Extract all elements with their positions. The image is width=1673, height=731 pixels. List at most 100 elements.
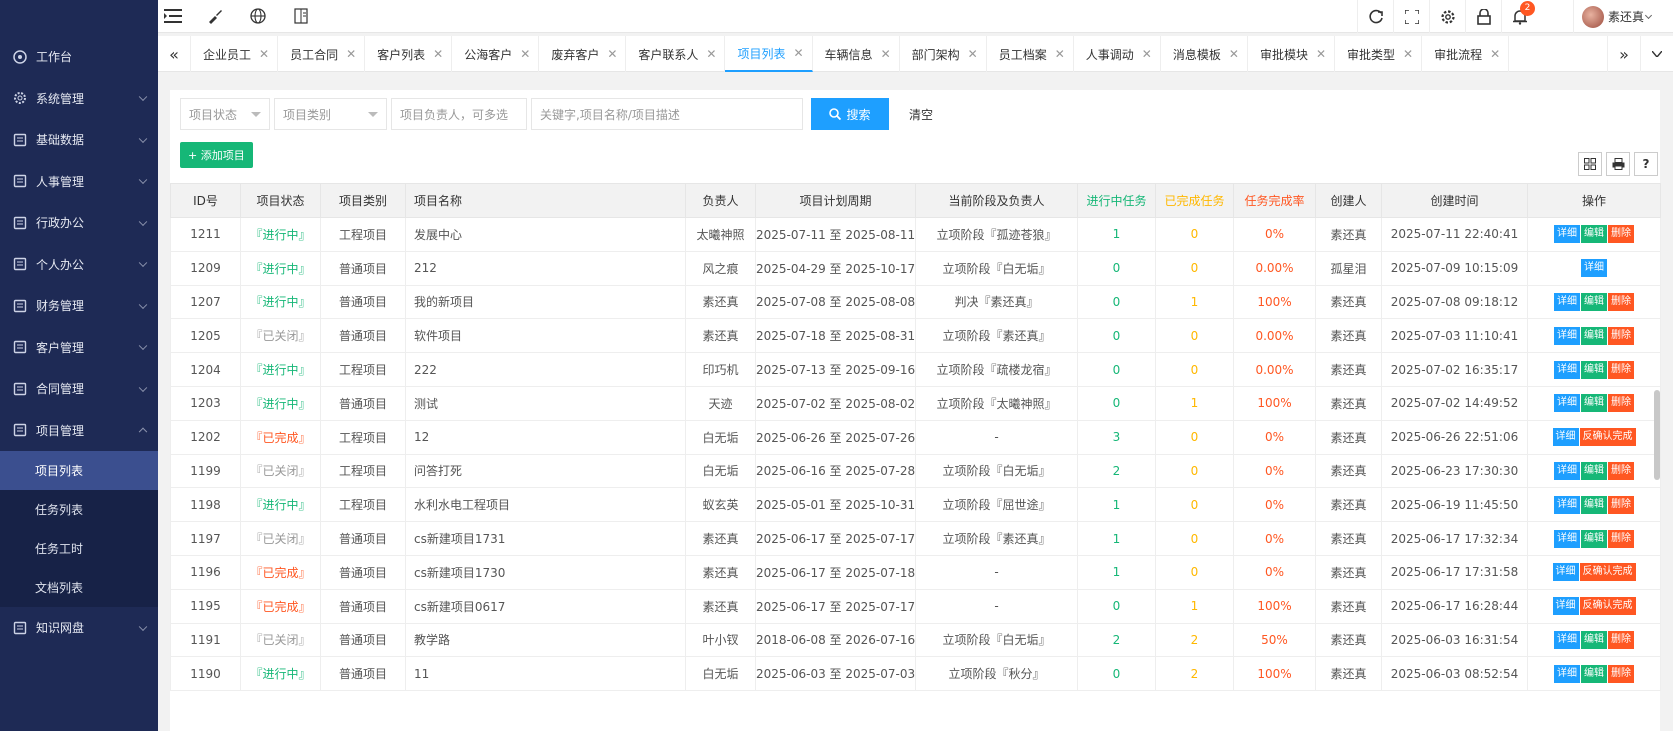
tabs-dropdown-icon[interactable] (1640, 36, 1673, 72)
tab-4[interactable]: 废弃客户 ✕ (539, 36, 627, 72)
view-button[interactable]: 详细 (1554, 326, 1580, 345)
close-icon[interactable]: ✕ (1490, 47, 1500, 61)
close-icon[interactable]: ✕ (433, 47, 443, 61)
view-button[interactable]: 详细 (1552, 563, 1579, 582)
table-row[interactable]: 1190 『进行中』 普通项目 11 白无垢 2025-06-03 至 2025-07-0… (170, 656, 1661, 692)
sidebar-item-9[interactable]: 项目管理 (0, 410, 158, 452)
print-icon[interactable] (1606, 152, 1630, 176)
table-row[interactable]: 1211 『进行中』 工程项目 发展中心 太曦神照 2025-07-11 至 2025-0… (170, 217, 1661, 252)
edit-button[interactable]: 编辑 (1581, 630, 1607, 649)
tab-0[interactable]: 企业员工 ✕ (191, 36, 279, 72)
columns-filter-icon[interactable] (1578, 152, 1602, 176)
tab-9[interactable]: 员工档案 ✕ (987, 36, 1074, 72)
tab-11[interactable]: 消息模板 ✕ (1161, 36, 1248, 72)
tab-14[interactable]: 审批流程 ✕ (1422, 36, 1510, 72)
table-row[interactable]: 1209 『进行中』 普通项目 212 风之痕 2025-04-29 至 2025-10-… (170, 250, 1661, 286)
project-type-select[interactable]: 项目类别 (274, 98, 387, 130)
close-icon[interactable]: ✕ (1142, 47, 1152, 61)
table-row[interactable]: 1191 『已关闭』 普通项目 教学路 叶小钗 2018-06-08 至 2026-07-… (170, 622, 1661, 658)
view-button[interactable]: 详细 (1554, 292, 1580, 311)
project-status-select[interactable]: 项目状态 (180, 98, 270, 130)
view-button[interactable]: 详细 (1554, 529, 1580, 548)
vertical-scrollbar[interactable] (1654, 390, 1660, 480)
sidebar-subitem-3[interactable]: 文档列表 (0, 568, 158, 607)
sidebar-subitem-0[interactable]: 项目列表 (0, 451, 158, 490)
book-icon[interactable] (289, 4, 313, 28)
table-row[interactable]: 1198 『进行中』 工程项目 水利水电工程项目 蚁玄英 2025-05-01 至 202… (170, 487, 1661, 523)
table-row[interactable]: 1205 『已关闭』 普通项目 软件项目 素还真 2025-07-18 至 2025-08… (170, 318, 1661, 354)
sidebar-item-7[interactable]: 客户管理 (0, 327, 158, 369)
view-button[interactable]: 详细 (1554, 630, 1580, 649)
add-project-button[interactable]: + 添加项目 (180, 142, 253, 168)
tab-12[interactable]: 审批模块 ✕ (1248, 36, 1336, 72)
unconfirm-button[interactable]: 反确认完成 (1579, 597, 1636, 616)
delete-button[interactable]: 删除 (1608, 225, 1634, 244)
view-button[interactable]: 详细 (1552, 428, 1579, 447)
help-icon[interactable]: ? (1634, 152, 1658, 176)
globe-icon[interactable] (246, 4, 270, 28)
edit-button[interactable]: 编辑 (1581, 461, 1607, 480)
user-menu[interactable]: 素还真 (1573, 0, 1673, 33)
close-icon[interactable]: ✕ (1229, 47, 1239, 61)
table-row[interactable]: 1203 『进行中』 普通项目 测试 天迹 2025-07-02 至 2025-08-02… (170, 385, 1661, 421)
table-row[interactable]: 1207 『进行中』 普通项目 我的新项目 素还真 2025-07-08 至 2025-0… (170, 284, 1661, 320)
tabs-scroll-right-icon[interactable]: » (1607, 36, 1640, 72)
delete-button[interactable]: 删除 (1608, 292, 1634, 311)
tab-13[interactable]: 审批类型 ✕ (1335, 36, 1423, 72)
tab-7[interactable]: 车辆信息 ✕ (813, 36, 900, 72)
tab-2[interactable]: 客户列表 ✕ (365, 36, 453, 72)
fullscreen-icon[interactable] (1393, 0, 1429, 33)
edit-button[interactable]: 编辑 (1581, 394, 1607, 413)
tabs-scroll-left-icon[interactable]: « (158, 36, 191, 72)
table-row[interactable]: 1199 『已关闭』 工程项目 问答打死 白无垢 2025-06-16 至 2025-07… (170, 453, 1661, 489)
sidebar-subitem-2[interactable]: 任务工时 (0, 529, 158, 568)
clear-button[interactable]: 清空 (889, 98, 953, 130)
delete-button[interactable]: 删除 (1608, 360, 1634, 379)
sidebar-item-1[interactable]: 系统管理 (0, 78, 158, 120)
close-icon[interactable]: ✕ (1316, 47, 1326, 61)
sidebar-item-0[interactable]: 工作台 (0, 36, 158, 78)
clean-cache-icon[interactable] (203, 4, 227, 28)
view-button[interactable]: 详细 (1554, 394, 1580, 413)
unconfirm-button[interactable]: 反确认完成 (1579, 563, 1636, 582)
delete-button[interactable]: 删除 (1608, 461, 1634, 480)
table-row[interactable]: 1195 『已完成』 普通项目 cs新建项目0617 素还真 2025-06-17 至 2… (170, 588, 1661, 624)
edit-button[interactable]: 编辑 (1581, 360, 1607, 379)
tab-10[interactable]: 人事调动 ✕ (1074, 36, 1161, 72)
sidebar-item-3[interactable]: 人事管理 (0, 161, 158, 203)
notification-bell-icon[interactable]: 2 (1501, 0, 1537, 33)
project-owner-input[interactable]: 项目负责人，可多选 (391, 98, 527, 130)
view-button[interactable]: 详细 (1554, 461, 1580, 480)
tab-8[interactable]: 部门架构 ✕ (900, 36, 987, 72)
edit-button[interactable]: 编辑 (1581, 326, 1607, 345)
edit-button[interactable]: 编辑 (1581, 225, 1607, 244)
tab-1[interactable]: 员工合同 ✕ (278, 36, 366, 72)
delete-button[interactable]: 删除 (1608, 664, 1634, 683)
delete-button[interactable]: 删除 (1608, 495, 1634, 514)
table-row[interactable]: 1196 『已完成』 普通项目 cs新建项目1730 素还真 2025-06-17 至 2… (170, 554, 1661, 590)
tab-5[interactable]: 客户联系人 ✕ (626, 36, 726, 72)
sidebar-item-2[interactable]: 基础数据 (0, 119, 158, 161)
sidebar-item-4[interactable]: 行政办公 (0, 202, 158, 244)
close-icon[interactable]: ✕ (520, 47, 530, 61)
settings-gear-icon[interactable] (1429, 0, 1465, 33)
sidebar-item-6[interactable]: 财务管理 (0, 285, 158, 327)
close-icon[interactable]: ✕ (968, 47, 978, 61)
table-row[interactable]: 1197 『已关闭』 普通项目 cs新建项目1731 素还真 2025-06-17 至 2… (170, 521, 1661, 556)
menu-toggle-icon[interactable] (161, 4, 185, 28)
table-row[interactable]: 1204 『进行中』 工程项目 222 印巧机 2025-07-13 至 2025-09-… (170, 352, 1661, 387)
delete-button[interactable]: 删除 (1608, 326, 1634, 345)
sidebar-item-5[interactable]: 个人办公 (0, 244, 158, 286)
sidebar-item-knowledge-disk[interactable]: 知识网盘 (0, 607, 158, 649)
edit-button[interactable]: 编辑 (1581, 664, 1607, 683)
close-icon[interactable]: ✕ (706, 47, 716, 61)
view-button[interactable]: 详细 (1554, 664, 1580, 683)
close-icon[interactable]: ✕ (346, 47, 356, 61)
edit-button[interactable]: 编辑 (1581, 495, 1607, 514)
sidebar-item-8[interactable]: 合同管理 (0, 368, 158, 410)
view-button[interactable]: 详细 (1552, 597, 1579, 616)
keyword-input[interactable]: 关键字,项目名称/项目描述 (531, 98, 803, 130)
view-button[interactable]: 详细 (1554, 225, 1580, 244)
close-icon[interactable]: ✕ (607, 47, 617, 61)
table-row[interactable]: 1202 『已完成』 工程项目 12 白无垢 2025-06-26 至 2025-07-2… (170, 419, 1661, 455)
